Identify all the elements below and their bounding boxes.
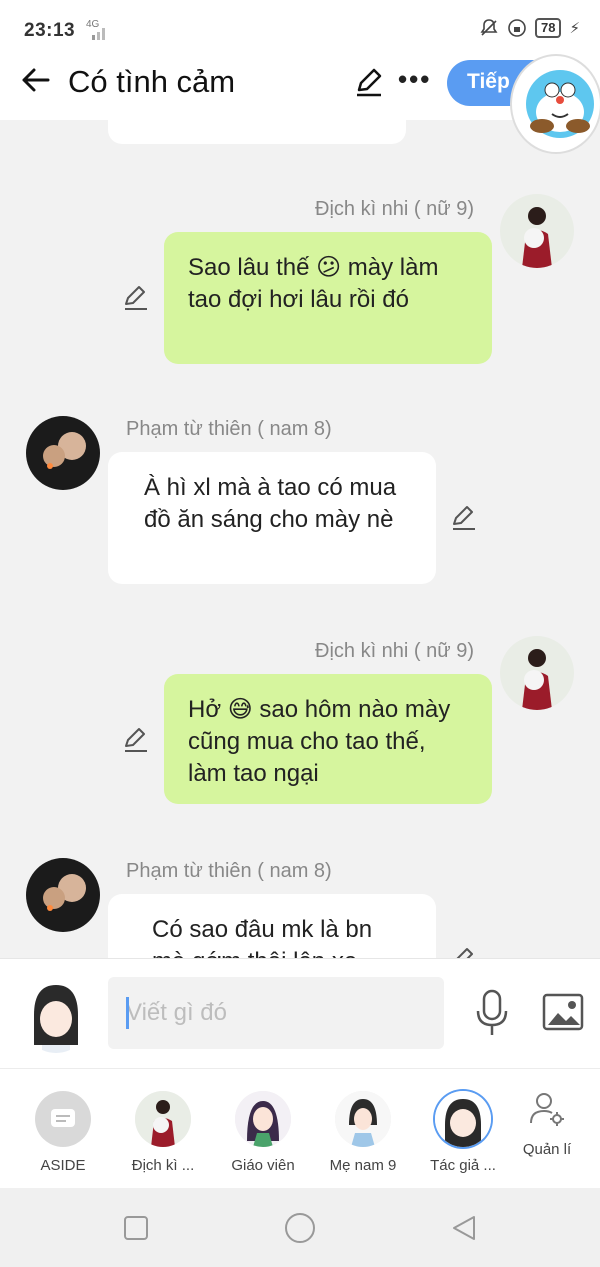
message-bubble-mine[interactable]: Sao lâu thế 😕 mày làm tao đợi hơi lâu rồ… bbox=[164, 232, 492, 364]
chat-header: Có tình cảm ••• Tiếp bbox=[0, 54, 600, 154]
sender-name: Phạm từ thiên ( nam 8) bbox=[126, 418, 332, 440]
character-avatar bbox=[435, 1091, 491, 1147]
avatar-pham-tu-thien[interactable] bbox=[26, 416, 100, 490]
avatar-pham-tu-thien[interactable] bbox=[26, 858, 100, 932]
text-caret bbox=[126, 997, 129, 1029]
message-input[interactable]: Viết gì đó bbox=[108, 977, 444, 1049]
character-manager[interactable]: Quản lí bbox=[502, 1089, 592, 1158]
page-title: Có tình cảm bbox=[68, 64, 236, 99]
back-arrow-icon[interactable] bbox=[18, 62, 54, 98]
message-bubble-mine[interactable]: Hở 😅 sao hôm nào mày cũng mua cho tao th… bbox=[164, 674, 492, 804]
sender-name: Địch kì nhi ( nữ 9) bbox=[315, 198, 474, 220]
back-button[interactable] bbox=[450, 1214, 478, 1242]
character-aside[interactable]: ASIDE bbox=[18, 1091, 108, 1174]
signal-icon bbox=[92, 28, 105, 40]
character-avatar bbox=[235, 1091, 291, 1147]
message-bubble-other[interactable]: Có sao đâu mk là bn mà gớm thôi lên xe bbox=[108, 894, 436, 958]
recent-apps-button[interactable] bbox=[122, 1214, 150, 1242]
avatar-dich-ki-nhi[interactable] bbox=[500, 194, 574, 268]
aside-chat-icon bbox=[35, 1091, 91, 1147]
manage-users-icon bbox=[530, 1093, 564, 1126]
status-bar: 23:13 4G 78 ⚡ bbox=[0, 0, 600, 60]
chat-screen: 23:13 4G 78 ⚡ Có tình cảm ••• Tiếp Địch … bbox=[0, 0, 600, 1267]
message-bubble-partial bbox=[108, 120, 406, 144]
character-me-nam-9[interactable]: Mẹ nam 9 bbox=[318, 1091, 408, 1174]
character-tray: ASIDE Địch kì ... Giáo viên Mẹ nam 9 Tác… bbox=[0, 1068, 600, 1188]
character-label: ASIDE bbox=[40, 1157, 86, 1174]
character-label: Giáo viên bbox=[231, 1157, 295, 1174]
current-character-avatar[interactable] bbox=[20, 975, 92, 1053]
character-label: Địch kì ... bbox=[131, 1157, 195, 1174]
status-time: 23:13 bbox=[24, 20, 76, 41]
character-label: Quản lí bbox=[522, 1141, 572, 1158]
edit-title-icon[interactable] bbox=[353, 66, 385, 98]
message-list[interactable]: Địch kì nhi ( nữ 9) Sao lâu thế 😕 mày là… bbox=[0, 120, 600, 958]
character-label: Tác giả ... bbox=[430, 1157, 496, 1174]
character-avatar bbox=[135, 1091, 191, 1147]
edit-message-icon[interactable] bbox=[450, 504, 478, 532]
character-tac-gia[interactable]: Tác giả ... bbox=[418, 1091, 508, 1174]
mute-bell-icon bbox=[480, 19, 498, 36]
microphone-icon[interactable] bbox=[474, 989, 510, 1037]
rotation-lock-icon bbox=[508, 19, 526, 37]
system-nav-bar bbox=[0, 1188, 600, 1267]
edit-message-icon[interactable] bbox=[122, 726, 150, 754]
sender-name: Địch kì nhi ( nữ 9) bbox=[315, 640, 474, 662]
character-giao-vien[interactable]: Giáo viên bbox=[218, 1091, 308, 1174]
message-bubble-other[interactable]: À hì xl mà à tao có mua đồ ăn sáng cho m… bbox=[108, 452, 436, 584]
edit-message-icon[interactable] bbox=[450, 946, 478, 958]
character-dich-ki-nhi[interactable]: Địch kì ... bbox=[118, 1091, 208, 1174]
image-icon[interactable] bbox=[542, 993, 584, 1031]
character-avatar bbox=[335, 1091, 391, 1147]
more-options-icon[interactable]: ••• bbox=[398, 64, 431, 95]
character-label: Mẹ nam 9 bbox=[329, 1157, 397, 1174]
avatar-dich-ki-nhi[interactable] bbox=[500, 636, 574, 710]
edit-message-icon[interactable] bbox=[122, 284, 150, 312]
composer-bar: Viết gì đó bbox=[0, 958, 600, 1068]
sender-name: Phạm từ thiên ( nam 8) bbox=[126, 860, 332, 882]
battery-level: 78 bbox=[534, 18, 562, 38]
home-button[interactable] bbox=[284, 1212, 316, 1244]
charging-icon: ⚡ bbox=[569, 20, 580, 37]
